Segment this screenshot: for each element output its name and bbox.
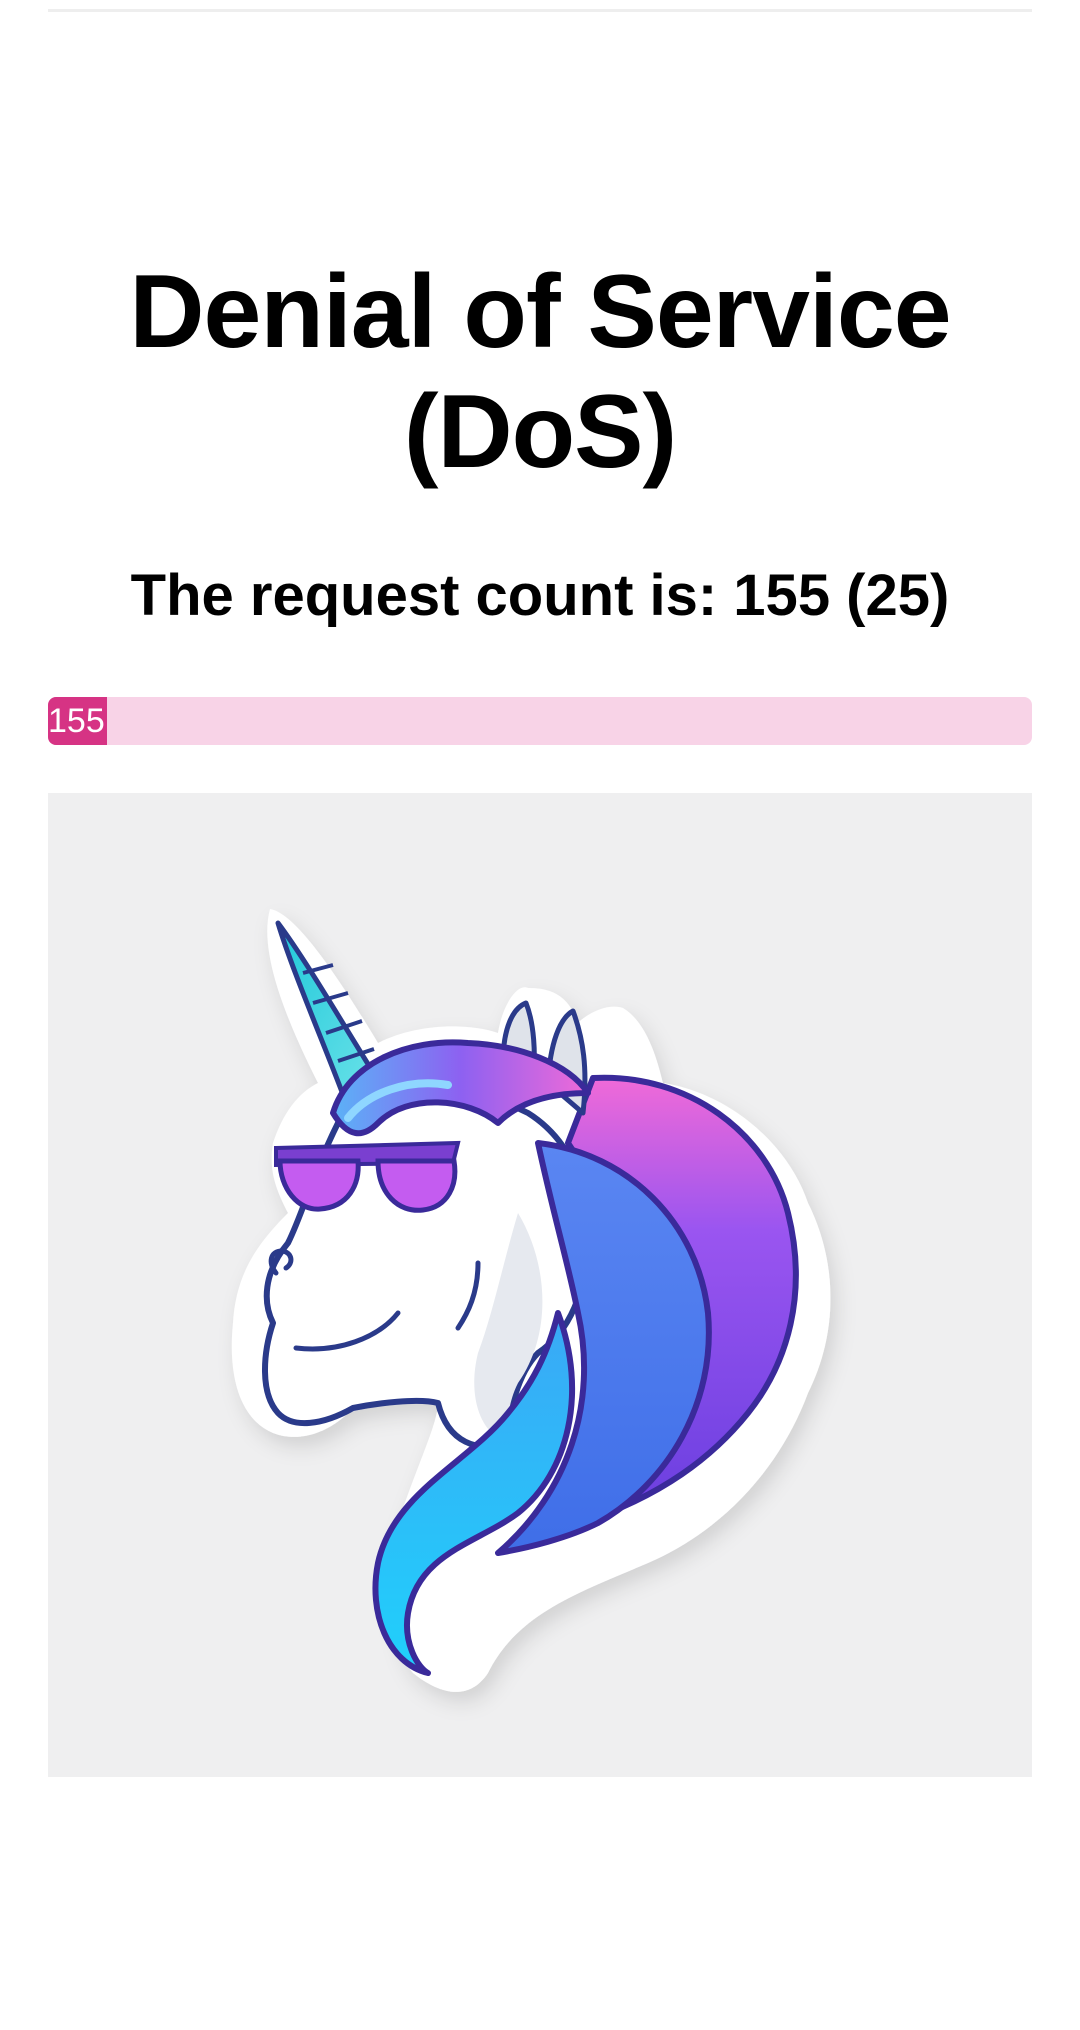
request-count-text: The request count is: 155 (25) — [130, 563, 950, 628]
unicorn-with-sunglasses-icon — [231, 909, 831, 1692]
request-progress-bar: 155 — [48, 697, 1032, 745]
page-title: Denial of Service (DoS) — [129, 254, 951, 490]
top-divider — [48, 9, 1032, 12]
progress-bar-fill: 155 — [48, 697, 108, 745]
unicorn-image — [48, 793, 1032, 1777]
